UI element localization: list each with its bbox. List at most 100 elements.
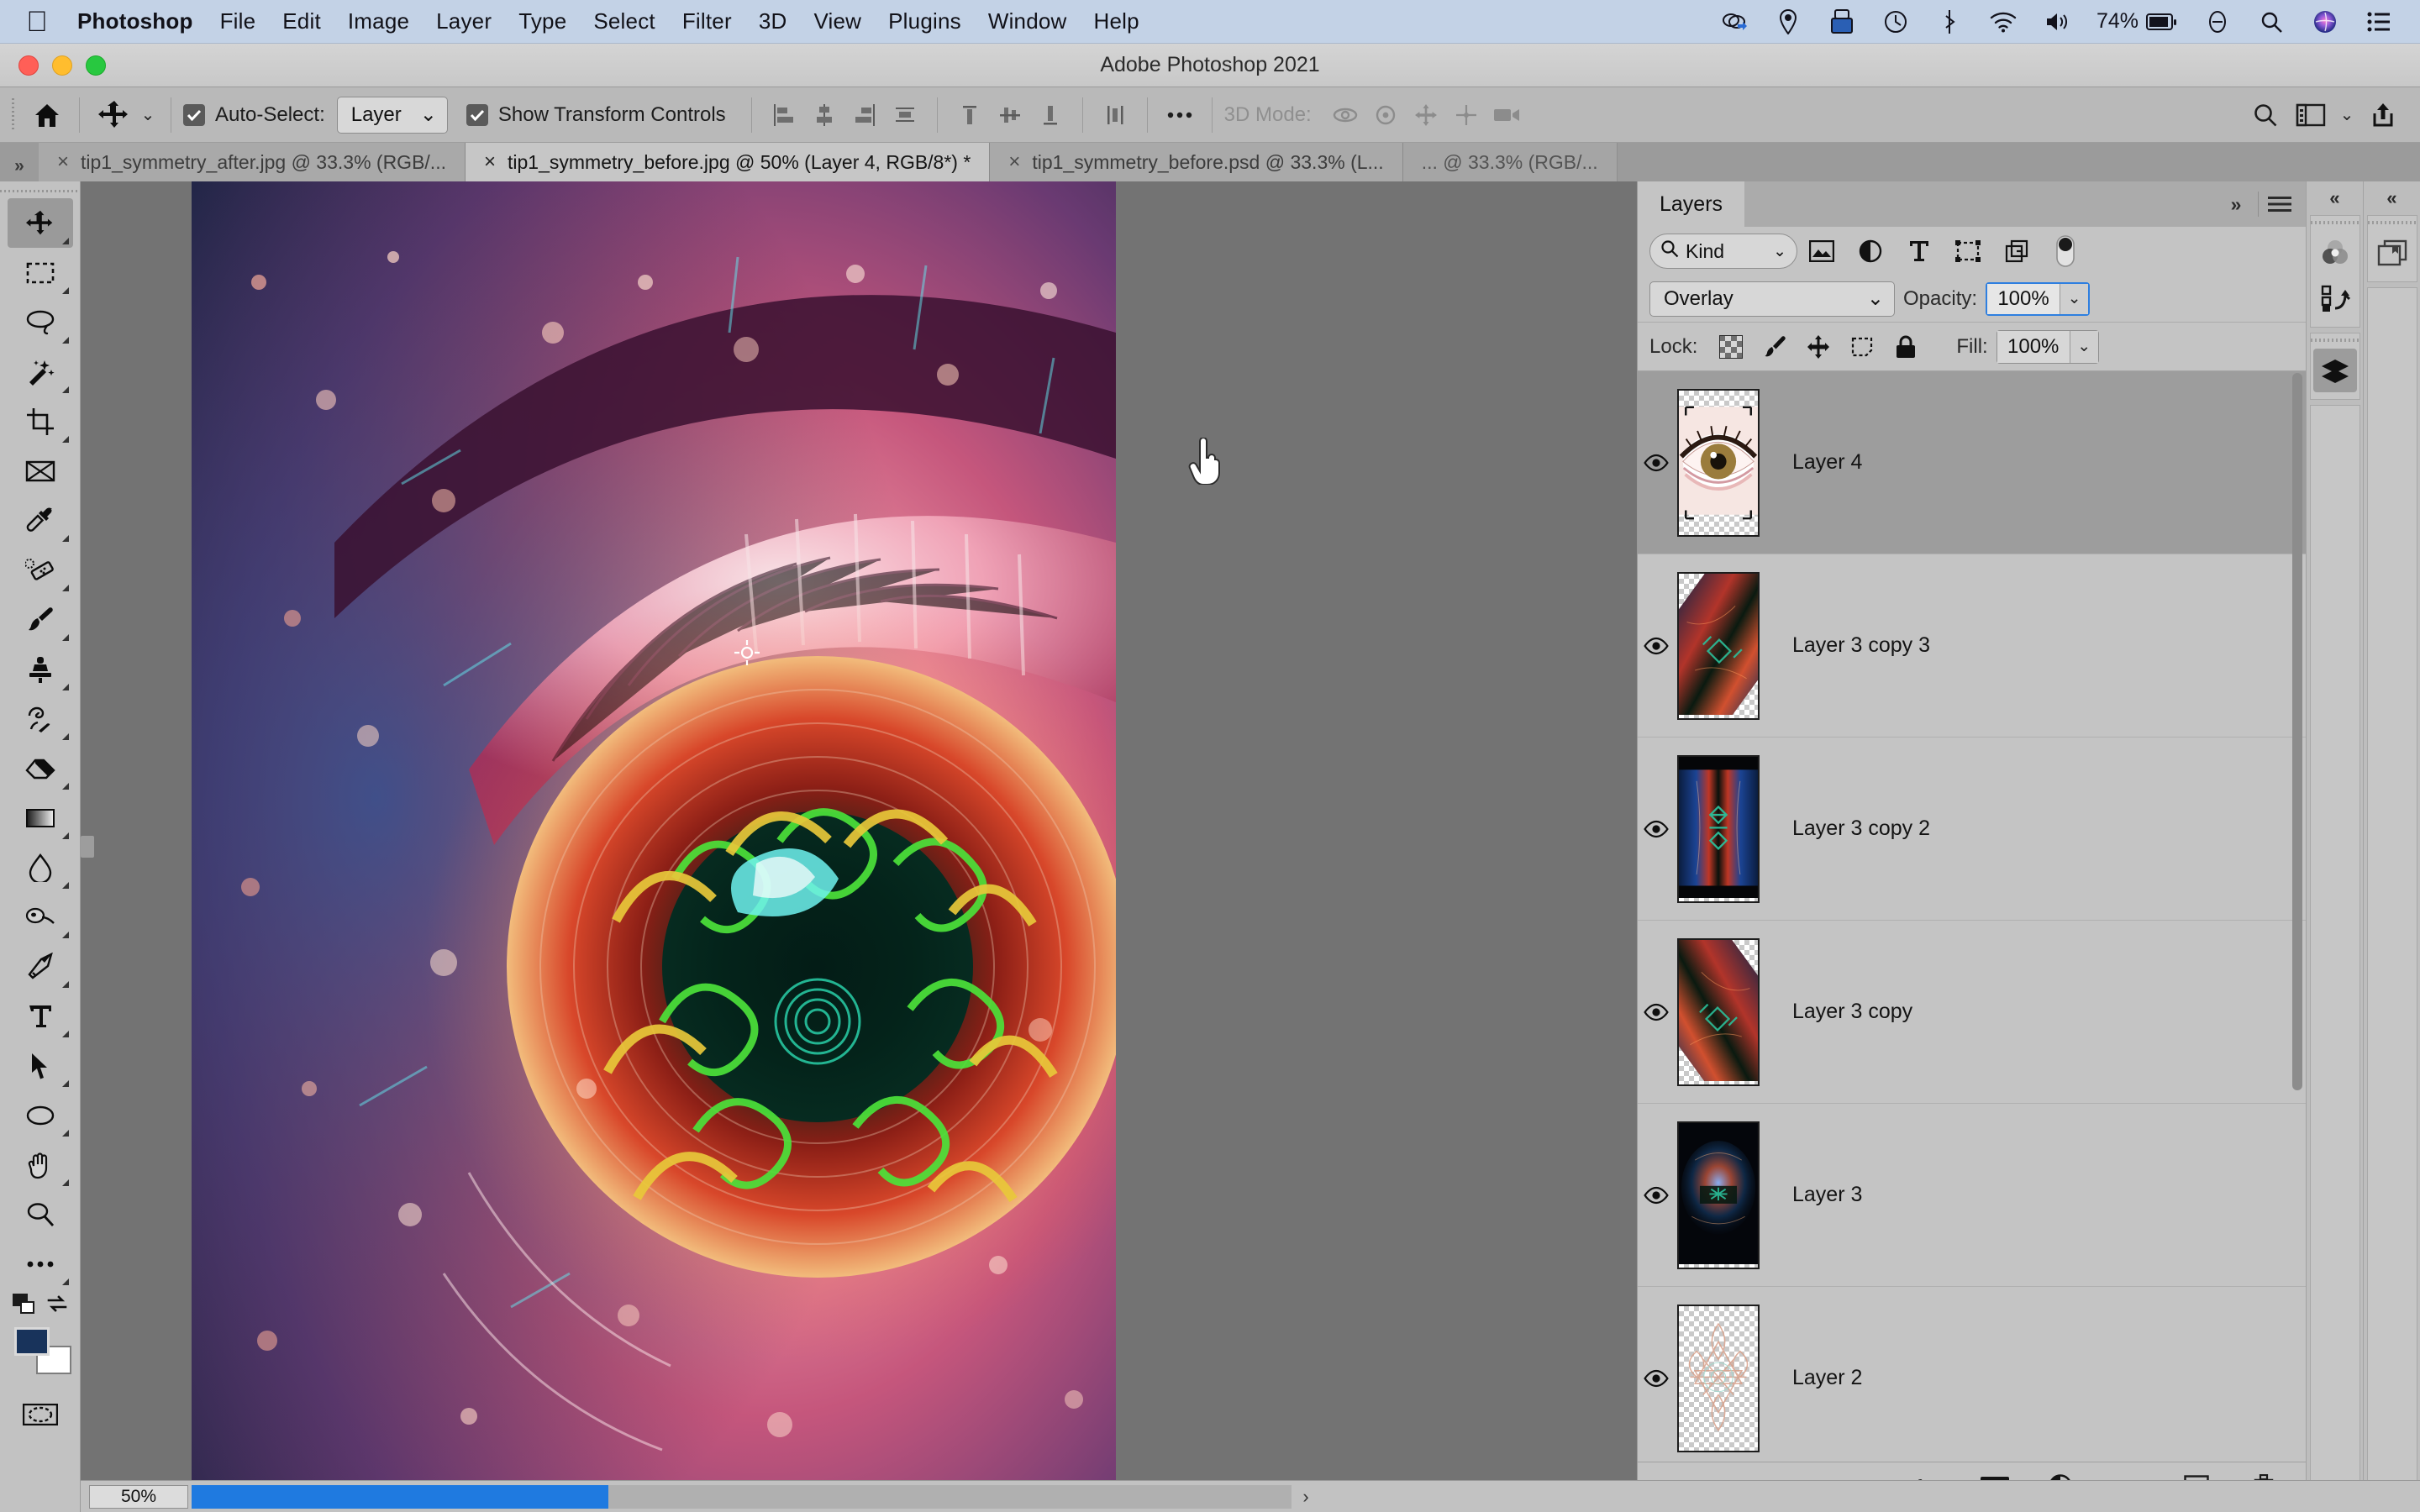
close-icon[interactable]: × bbox=[1008, 152, 1020, 172]
layer-row[interactable]: Layer 3 copy bbox=[1638, 921, 2306, 1104]
eraser-tool-icon[interactable] bbox=[8, 743, 73, 793]
lasso-tool-icon[interactable] bbox=[8, 297, 73, 347]
filter-kind-dropdown[interactable]: Kind ⌄ bbox=[1649, 234, 1797, 269]
dock-group-grip[interactable] bbox=[2367, 216, 2417, 229]
opacity-field[interactable]: 100% ⌄ bbox=[1986, 281, 2091, 316]
history-brush-tool-icon[interactable] bbox=[8, 694, 73, 743]
lock-artboard-nesting-icon[interactable] bbox=[1840, 329, 1884, 365]
menu-item-help[interactable]: Help bbox=[1081, 8, 1153, 34]
layer-row[interactable]: Layer 3 copy 3 bbox=[1638, 554, 2306, 738]
minimize-button[interactable] bbox=[52, 55, 72, 76]
eyedropper-tool-icon[interactable] bbox=[8, 496, 73, 545]
menu-item-edit[interactable]: Edit bbox=[269, 8, 334, 34]
close-button[interactable] bbox=[18, 55, 39, 76]
layer-name-label[interactable]: Layer 2 bbox=[1762, 1366, 1862, 1390]
siri-icon[interactable] bbox=[2311, 8, 2339, 36]
auto-select-scope-dropdown[interactable]: Layer ⌄ bbox=[336, 96, 448, 134]
layer-thumbnail[interactable] bbox=[1675, 1304, 1762, 1452]
scroll-right-arrow-icon[interactable]: › bbox=[1292, 1486, 1320, 1508]
screen-sharing-icon[interactable] bbox=[1720, 8, 1749, 36]
menu-item-file[interactable]: File bbox=[207, 8, 270, 34]
menu-item-filter[interactable]: Filter bbox=[669, 8, 745, 34]
collapse-panel-icon[interactable]: « bbox=[2307, 181, 2363, 215]
fill-field[interactable]: 100% ⌄ bbox=[1996, 329, 2099, 364]
horizontal-scrollbar[interactable] bbox=[192, 1484, 1292, 1509]
document-tab-1[interactable]: × tip1_symmetry_before.jpg @ 50% (Layer … bbox=[465, 143, 991, 181]
align-left-edges-icon[interactable] bbox=[764, 95, 804, 135]
layer-name-label[interactable]: Layer 3 bbox=[1762, 1183, 1862, 1207]
menu-item-window[interactable]: Window bbox=[975, 8, 1081, 34]
swap-colors-icon[interactable] bbox=[46, 1294, 68, 1318]
menu-item-photoshop[interactable]: Photoshop bbox=[64, 8, 207, 34]
volume-icon[interactable] bbox=[2043, 8, 2071, 36]
spotlight-search-icon[interactable] bbox=[2257, 8, 2286, 36]
move-tool-icon[interactable] bbox=[92, 95, 137, 135]
tools-panel-grip[interactable] bbox=[0, 186, 80, 198]
layer-thumbnail[interactable] bbox=[1675, 937, 1762, 1086]
filter-toggle-switch[interactable] bbox=[2041, 234, 2090, 269]
camera-3d-icon[interactable] bbox=[1486, 95, 1527, 135]
dock-group-grip[interactable] bbox=[2310, 333, 2360, 347]
horizontal-scrollbar-thumb[interactable] bbox=[192, 1484, 608, 1509]
layer-thumbnail[interactable] bbox=[1675, 388, 1762, 537]
align-right-edges-icon[interactable] bbox=[844, 95, 885, 135]
transform-reference-point-icon[interactable] bbox=[734, 640, 760, 665]
quick-mask-mode-icon[interactable] bbox=[8, 1389, 73, 1439]
chevron-down-icon[interactable]: ⌄ bbox=[2069, 330, 2098, 363]
document-canvas-artwork[interactable] bbox=[192, 181, 1116, 1512]
ellipse-shape-tool-icon[interactable] bbox=[8, 1090, 73, 1140]
brush-tool-icon[interactable] bbox=[8, 595, 73, 644]
zoom-tool-icon[interactable] bbox=[8, 1189, 73, 1239]
layer-thumbnail[interactable] bbox=[1675, 754, 1762, 903]
dnd-icon[interactable] bbox=[2203, 8, 2232, 36]
layer-row[interactable]: Layer 4 bbox=[1638, 371, 2306, 554]
document-tab-3[interactable]: ... @ 33.3% (RGB/... bbox=[1402, 143, 1618, 181]
document-tab-0[interactable]: × tip1_symmetry_after.jpg @ 33.3% (RGB/.… bbox=[39, 143, 466, 181]
collapse-panel-icon[interactable]: « bbox=[2364, 181, 2420, 215]
layer-visibility-toggle-icon[interactable] bbox=[1638, 820, 1675, 838]
layer-row[interactable]: Layer 2 bbox=[1638, 1287, 2306, 1462]
rectangular-marquee-tool-icon[interactable] bbox=[8, 248, 73, 297]
gradient-tool-icon[interactable] bbox=[8, 793, 73, 843]
auto-select-checkbox[interactable]: Auto-Select: bbox=[183, 103, 325, 127]
menu-item-layer[interactable]: Layer bbox=[423, 8, 505, 34]
menu-item-type[interactable]: Type bbox=[505, 8, 580, 34]
filter-shape-icon[interactable] bbox=[1944, 234, 1992, 269]
type-tool-icon[interactable] bbox=[8, 991, 73, 1041]
menu-item-select[interactable]: Select bbox=[580, 8, 668, 34]
workspace-icon[interactable] bbox=[2291, 95, 2331, 135]
layer-visibility-toggle-icon[interactable] bbox=[1638, 1003, 1675, 1021]
layer-thumbnail[interactable] bbox=[1675, 1121, 1762, 1269]
distribute-bottom-edges-icon[interactable] bbox=[1030, 95, 1071, 135]
lock-all-icon[interactable] bbox=[1884, 329, 1928, 365]
history-actions-panel-icon[interactable] bbox=[2313, 276, 2357, 320]
menu-item-view[interactable]: View bbox=[800, 8, 875, 34]
clone-stamp-tool-icon[interactable] bbox=[8, 644, 73, 694]
close-icon[interactable]: × bbox=[57, 152, 69, 172]
pen-tool-icon[interactable] bbox=[8, 942, 73, 991]
zoom-button[interactable] bbox=[86, 55, 106, 76]
layers-panel-icon[interactable] bbox=[2312, 349, 2357, 392]
align-horizontal-centers-icon[interactable] bbox=[804, 95, 844, 135]
lock-transparent-pixels-icon[interactable] bbox=[1709, 329, 1753, 365]
dodge-tool-icon[interactable] bbox=[8, 892, 73, 942]
collapse-panel-icon[interactable]: » bbox=[2214, 193, 2258, 216]
layer-name-label[interactable]: Layer 4 bbox=[1762, 450, 1862, 475]
close-icon[interactable]: × bbox=[484, 152, 496, 172]
home-icon[interactable] bbox=[27, 95, 67, 135]
path-selection-tool-icon[interactable] bbox=[8, 1041, 73, 1090]
roll-3d-icon[interactable] bbox=[1365, 95, 1406, 135]
distribute-horizontal-icon[interactable] bbox=[1095, 95, 1135, 135]
timemachine-icon[interactable] bbox=[1828, 8, 1856, 36]
move-tool-icon[interactable] bbox=[7, 198, 73, 248]
layers-list-scrollbar[interactable] bbox=[2292, 373, 2302, 1460]
apple-logo-icon[interactable]:  bbox=[18, 8, 55, 36]
layers-list[interactable]: Layer 4 Layer 3 copy 3 Layer 3 copy 2 La… bbox=[1638, 371, 2306, 1462]
distribute-vertical-centers-icon[interactable] bbox=[990, 95, 1030, 135]
libraries-panel-icon[interactable] bbox=[2370, 231, 2414, 275]
slide-3d-icon[interactable] bbox=[1446, 95, 1486, 135]
wifi-icon[interactable] bbox=[1989, 8, 2018, 36]
layer-name-label[interactable]: Layer 3 copy 2 bbox=[1762, 816, 1930, 841]
filter-pixel-icon[interactable] bbox=[1797, 234, 1846, 269]
menu-item-plugins[interactable]: Plugins bbox=[875, 8, 975, 34]
